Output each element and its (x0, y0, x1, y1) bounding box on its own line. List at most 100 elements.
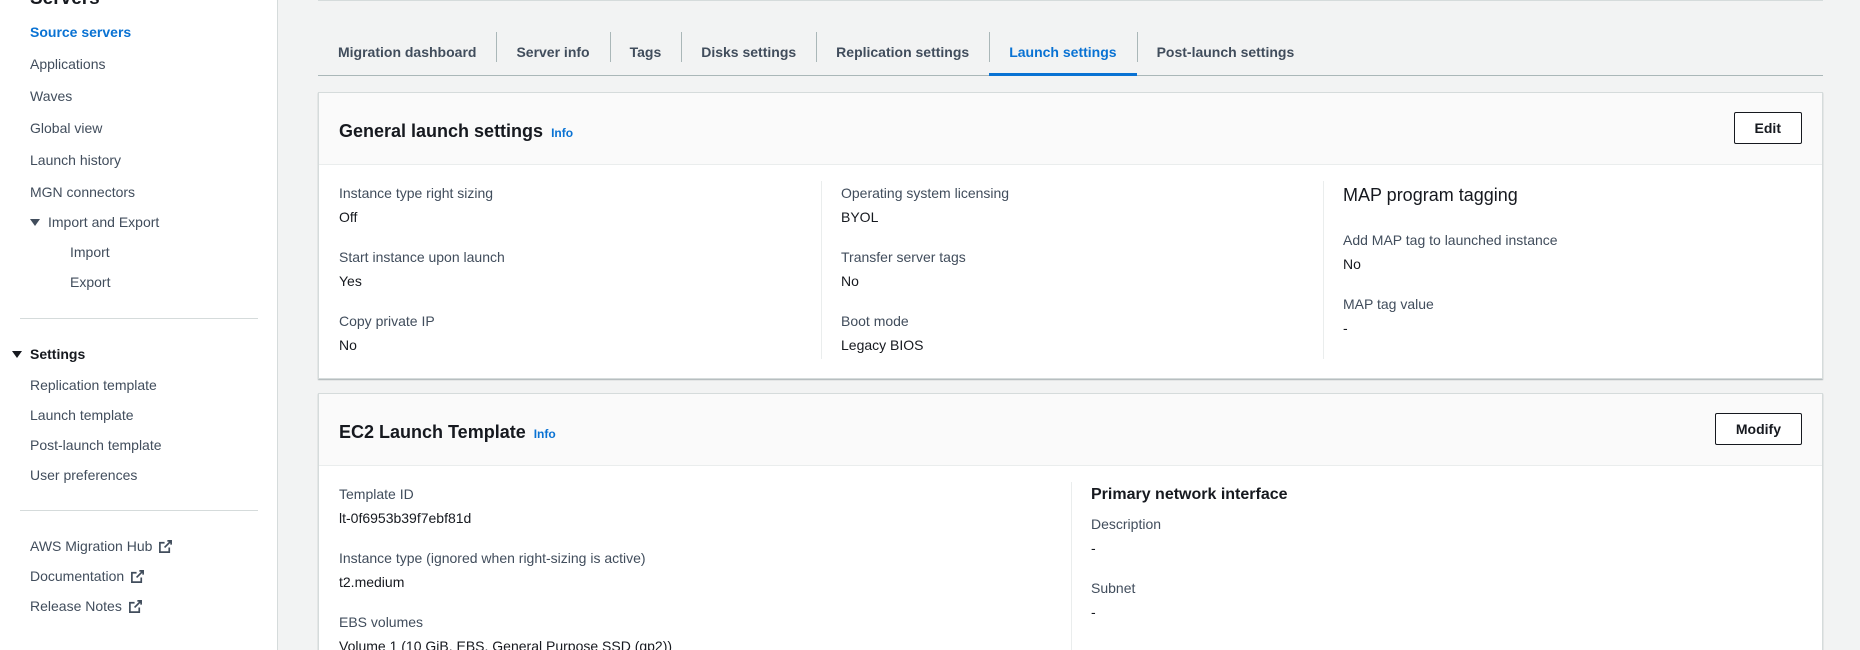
kv-pair: Boot mode Legacy BIOS (841, 313, 1009, 353)
kv-pair: Subnet - (1091, 580, 1288, 620)
nav-divider (20, 510, 258, 511)
field-label: Transfer server tags (841, 249, 966, 265)
sidebar-item-import[interactable]: Import (70, 244, 110, 260)
external-link-icon (131, 569, 145, 583)
field-label: Subnet (1091, 580, 1136, 596)
kv-pair: Instance type (ignored when right-sizing… (339, 550, 672, 590)
sidebar-item-user-preferences[interactable]: User preferences (30, 467, 137, 483)
sidebar-item-post-launch-template[interactable]: Post-launch template (30, 437, 162, 453)
field-value: - (1343, 320, 1348, 336)
field-label: Instance type right sizing (339, 185, 494, 201)
field-label: Template ID (339, 486, 414, 502)
field-value: lt-0f6953b39f7ebf81d (339, 510, 472, 526)
info-link[interactable]: Info (551, 126, 573, 140)
field-value: No (1343, 256, 1361, 272)
card-header: EC2 Launch Template Info Modify (319, 394, 1822, 466)
top-divider (318, 0, 1823, 1)
primary-network-interface: Primary network interface Description - … (1091, 486, 1288, 644)
field-label: Boot mode (841, 313, 909, 329)
column-divider (1071, 482, 1072, 650)
kv-pair: Start instance upon launch Yes (339, 249, 505, 289)
field-value: Yes (339, 273, 362, 289)
field-label: Instance type (ignored when right-sizing… (339, 550, 646, 566)
nav-heading: Servers (30, 0, 100, 10)
tab-migration-dashboard[interactable]: Migration dashboard (318, 28, 496, 75)
field-label: Start instance upon launch (339, 249, 505, 265)
sidebar-item-export[interactable]: Export (70, 274, 110, 290)
field-value: Off (339, 209, 358, 225)
tab-disks-settings[interactable]: Disks settings (681, 28, 816, 75)
kv-pair: Operating system licensing BYOL (841, 185, 1009, 225)
sidebar-section-settings[interactable]: Settings (12, 346, 85, 362)
sidebar-item-launch-template[interactable]: Launch template (30, 407, 134, 423)
section-heading: MAP program tagging (1343, 185, 1518, 205)
sidebar-group-import-export[interactable]: Import and Export (30, 214, 159, 230)
edit-button[interactable]: Edit (1733, 112, 1802, 144)
ec2-launch-template-card: EC2 Launch Template Info Modify Template… (318, 393, 1823, 650)
kv-pair: Transfer server tags No (841, 249, 1009, 289)
card-title-text: EC2 Launch Template (339, 422, 526, 442)
sidebar-section-label: Settings (30, 346, 86, 362)
sidebar-item-waves[interactable]: Waves (30, 88, 72, 104)
field-value: Volume 1 (10 GiB, EBS, General Purpose S… (339, 638, 673, 650)
field-value: - (1091, 540, 1096, 556)
kv-pair: Copy private IP No (339, 313, 505, 353)
link-label: Documentation (30, 568, 125, 584)
field-label: Copy private IP (339, 313, 435, 329)
map-program-tagging: MAP program tagging Add MAP tag to launc… (1343, 185, 1558, 360)
tab-post-launch-settings[interactable]: Post-launch settings (1136, 28, 1315, 75)
field-label: Add MAP tag to launched instance (1343, 232, 1558, 248)
sidebar-item-global-view[interactable]: Global view (30, 120, 102, 136)
sidebar-group-label: Import and Export (48, 214, 160, 230)
sidebar-item-source-servers[interactable]: Source servers (30, 24, 131, 40)
link-label: AWS Migration Hub (30, 538, 153, 554)
card-title: General launch settings Info (339, 121, 573, 142)
tab-launch-settings[interactable]: Launch settings (989, 28, 1137, 76)
nav-divider (20, 318, 258, 319)
field-label: Operating system licensing (841, 185, 1010, 201)
kv-pair: EBS volumes Volume 1 (10 GiB, EBS, Gener… (339, 614, 672, 650)
card-title-text: General launch settings (339, 121, 544, 141)
field-value: BYOL (841, 209, 879, 225)
sidebar-item-mgn-connectors[interactable]: MGN connectors (30, 184, 135, 200)
modify-button[interactable]: Modify (1714, 413, 1802, 445)
column-divider (821, 181, 822, 359)
card-header: General launch settings Info Edit (319, 93, 1822, 165)
tab-server-info[interactable]: Server info (496, 28, 609, 75)
field-value: t2.medium (339, 574, 405, 590)
field-value: No (339, 337, 357, 353)
field-label: Description (1091, 516, 1162, 532)
kv-pair: Description - (1091, 516, 1288, 556)
caret-down-icon (30, 218, 40, 226)
kv-pair: Template ID lt-0f6953b39f7ebf81d (339, 486, 672, 526)
field-label: MAP tag value (1343, 296, 1434, 312)
sidebar-item-replication-template[interactable]: Replication template (30, 377, 157, 393)
kv-pair: Add MAP tag to launched instance No (1343, 232, 1558, 272)
general-launch-settings-card: General launch settings Info Edit Instan… (318, 92, 1823, 379)
sidebar-item-applications[interactable]: Applications (30, 56, 106, 72)
section-heading: Primary network interface (1091, 486, 1288, 503)
kv-pair: MAP tag value - (1343, 296, 1558, 336)
field-value: No (841, 273, 859, 289)
kv-pair: Instance type right sizing Off (339, 185, 505, 225)
tab-replication-settings[interactable]: Replication settings (816, 28, 989, 75)
field-value: - (1091, 604, 1096, 620)
tab-bar: Migration dashboard Server info Tags Dis… (318, 28, 1823, 76)
card-title: EC2 Launch Template Info (339, 422, 556, 443)
field-label: EBS volumes (339, 614, 424, 630)
sidebar-link-documentation[interactable]: Documentation (30, 568, 145, 584)
sidebar-item-launch-history[interactable]: Launch history (30, 152, 121, 168)
sidebar-link-aws-migration-hub[interactable]: AWS Migration Hub (30, 538, 173, 554)
general-column-2: Operating system licensing BYOL Transfer… (841, 185, 1009, 377)
side-navigation: Servers Source servers Applications Wave… (0, 0, 278, 650)
caret-down-icon (12, 350, 22, 358)
column-divider (1323, 181, 1324, 359)
sidebar-link-release-notes[interactable]: Release Notes (30, 598, 143, 614)
general-column-1: Instance type right sizing Off Start ins… (339, 185, 505, 377)
tab-tags[interactable]: Tags (609, 28, 682, 75)
field-value: Legacy BIOS (841, 337, 924, 353)
ec2-left-column: Template ID lt-0f6953b39f7ebf81d Instanc… (339, 486, 672, 650)
external-link-icon (159, 539, 173, 553)
link-label: Release Notes (30, 598, 122, 614)
info-link[interactable]: Info (534, 427, 556, 441)
